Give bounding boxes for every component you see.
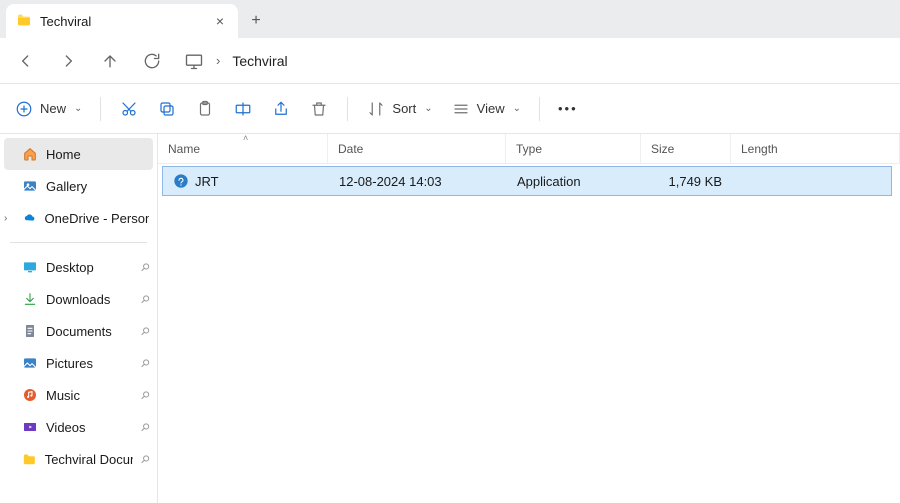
copy-button[interactable] <box>157 99 177 119</box>
address-location: Techviral <box>232 53 287 69</box>
folder-icon <box>22 451 37 467</box>
nav-bar: › Techviral <box>0 38 900 84</box>
sidebar-item-gallery[interactable]: Gallery <box>0 170 157 202</box>
forward-button[interactable] <box>58 51 78 71</box>
tab-strip: Techviral × + <box>0 0 900 38</box>
address-bar[interactable]: › Techviral <box>184 51 288 71</box>
new-tab-button[interactable]: + <box>238 4 274 38</box>
more-button[interactable]: ••• <box>558 101 578 116</box>
new-button[interactable]: New ⌄ <box>14 99 82 119</box>
pictures-icon <box>22 355 38 371</box>
chevron-right-icon: › <box>216 53 220 68</box>
sidebar-item-onedrive[interactable]: › OneDrive - Persona <box>0 202 157 234</box>
sidebar-item-home[interactable]: Home <box>4 138 153 170</box>
view-icon <box>451 99 471 119</box>
sidebar-item-label: Downloads <box>46 292 110 307</box>
sidebar-item-pictures[interactable]: Pictures ⚲ <box>0 347 157 379</box>
file-row[interactable]: JRT 12-08-2024 14:03 Application 1,749 K… <box>162 166 892 196</box>
column-date[interactable]: Date <box>328 134 506 163</box>
sidebar-item-label: Videos <box>46 420 86 435</box>
column-headers: Name˄ Date Type Size Length <box>158 134 900 164</box>
chevron-down-icon: ⌄ <box>74 103 82 114</box>
share-button[interactable] <box>271 99 291 119</box>
pc-icon <box>184 51 204 71</box>
cut-button[interactable] <box>119 99 139 119</box>
gallery-icon <box>22 178 38 194</box>
content-pane: Name˄ Date Type Size Length JRT 12-08-20… <box>158 134 900 503</box>
view-button[interactable]: View ⌄ <box>451 99 521 119</box>
sidebar-item-techviral-docs[interactable]: Techviral Docum ⚲ <box>0 443 157 475</box>
sort-button[interactable]: Sort ⌄ <box>366 99 432 119</box>
sidebar-item-music[interactable]: Music ⚲ <box>0 379 157 411</box>
file-size: 1,749 KB <box>642 174 732 189</box>
videos-icon <box>22 419 38 435</box>
sidebar-item-label: OneDrive - Persona <box>45 211 149 226</box>
folder-icon <box>16 12 32 31</box>
sidebar: Home Gallery › OneDrive - Persona Deskto… <box>0 134 158 503</box>
plus-circle-icon <box>14 99 34 119</box>
sidebar-item-label: Music <box>46 388 80 403</box>
sort-label: Sort <box>392 101 416 116</box>
chevron-down-icon: ⌄ <box>424 103 432 114</box>
close-icon[interactable]: × <box>212 13 228 29</box>
onedrive-icon <box>22 210 37 226</box>
pin-icon: ⚲ <box>138 420 153 435</box>
pin-icon: ⚲ <box>138 260 153 275</box>
pin-icon: ⚲ <box>138 324 153 339</box>
rename-button[interactable] <box>233 99 253 119</box>
home-icon <box>22 146 38 162</box>
file-name: JRT <box>195 174 219 189</box>
sidebar-separator <box>10 242 147 243</box>
pin-icon: ⚲ <box>138 292 153 307</box>
file-type: Application <box>507 174 642 189</box>
separator <box>100 97 101 121</box>
tab-techviral[interactable]: Techviral × <box>6 4 238 38</box>
paste-button[interactable] <box>195 99 215 119</box>
file-date: 12-08-2024 14:03 <box>329 174 507 189</box>
music-icon <box>22 387 38 403</box>
pin-icon: ⚲ <box>138 452 153 467</box>
column-size[interactable]: Size <box>641 134 731 163</box>
separator <box>347 97 348 121</box>
column-name[interactable]: Name˄ <box>158 134 328 163</box>
sort-asc-icon: ˄ <box>243 133 248 143</box>
sidebar-item-documents[interactable]: Documents ⚲ <box>0 315 157 347</box>
documents-icon <box>22 323 38 339</box>
refresh-button[interactable] <box>142 51 162 71</box>
sidebar-item-label: Techviral Docum <box>45 452 133 467</box>
separator <box>539 97 540 121</box>
new-label: New <box>40 101 66 116</box>
chevron-right-icon[interactable]: › <box>4 213 7 224</box>
column-length[interactable]: Length <box>731 134 900 163</box>
sidebar-item-label: Gallery <box>46 179 87 194</box>
toolbar: New ⌄ Sort ⌄ View ⌄ ••• <box>0 84 900 134</box>
sidebar-item-label: Documents <box>46 324 112 339</box>
tab-title: Techviral <box>40 14 204 29</box>
downloads-icon <box>22 291 38 307</box>
sort-icon <box>366 99 386 119</box>
sidebar-item-desktop[interactable]: Desktop ⚲ <box>0 251 157 283</box>
pin-icon: ⚲ <box>138 388 153 403</box>
sidebar-item-videos[interactable]: Videos ⚲ <box>0 411 157 443</box>
column-type[interactable]: Type <box>506 134 641 163</box>
sidebar-item-label: Home <box>46 147 81 162</box>
delete-button[interactable] <box>309 99 329 119</box>
back-button[interactable] <box>16 51 36 71</box>
desktop-icon <box>22 259 38 275</box>
up-button[interactable] <box>100 51 120 71</box>
sidebar-item-downloads[interactable]: Downloads ⚲ <box>0 283 157 315</box>
app-icon <box>173 173 189 189</box>
sidebar-item-label: Pictures <box>46 356 93 371</box>
body: Home Gallery › OneDrive - Persona Deskto… <box>0 134 900 503</box>
pin-icon: ⚲ <box>138 356 153 371</box>
view-label: View <box>477 101 505 116</box>
chevron-down-icon: ⌄ <box>513 103 521 114</box>
sidebar-item-label: Desktop <box>46 260 94 275</box>
